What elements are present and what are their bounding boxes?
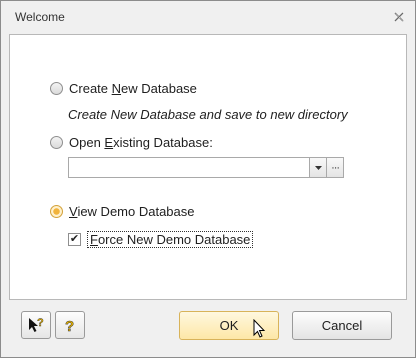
- view-demo-label: View Demo Database: [69, 204, 195, 219]
- close-button[interactable]: [389, 7, 409, 27]
- context-help-button[interactable]: ?: [21, 311, 51, 339]
- view-demo-option[interactable]: View Demo Database: [50, 204, 195, 219]
- help-button[interactable]: ?: [55, 311, 85, 339]
- create-new-option[interactable]: Create New Database: [50, 81, 197, 96]
- svg-text:?: ?: [37, 317, 44, 329]
- help-icon: ?: [65, 318, 75, 333]
- mouse-cursor-icon: [253, 319, 266, 338]
- welcome-dialog: Welcome Create New Database Create New D…: [0, 0, 416, 358]
- view-demo-radio[interactable]: [50, 205, 63, 218]
- open-existing-label: Open Existing Database:: [69, 135, 213, 150]
- path-dropdown-button[interactable]: [310, 157, 328, 178]
- svg-text:?: ?: [65, 318, 74, 333]
- title-bar: Welcome: [1, 1, 415, 31]
- create-new-description: Create New Database and save to new dire…: [68, 107, 348, 122]
- help-pointer-icon: ?: [29, 317, 44, 332]
- force-new-demo-checkbox[interactable]: ✔: [68, 233, 81, 246]
- force-new-demo-label: Force New Demo Database: [87, 231, 254, 248]
- cancel-button[interactable]: Cancel: [292, 311, 392, 340]
- create-new-label: Create New Database: [69, 81, 197, 96]
- open-existing-radio[interactable]: [50, 136, 63, 149]
- force-new-demo-option[interactable]: ✔ Force New Demo Database: [68, 231, 254, 248]
- open-existing-option[interactable]: Open Existing Database:: [50, 135, 213, 150]
- close-icon: [394, 12, 404, 22]
- options-panel: Create New Database Create New Database …: [9, 34, 407, 300]
- database-path-input[interactable]: [68, 157, 311, 178]
- database-path-combo[interactable]: ···: [68, 157, 344, 178]
- chevron-down-icon: [314, 165, 322, 170]
- window-title: Welcome: [15, 10, 65, 24]
- browse-button[interactable]: ···: [327, 157, 344, 178]
- create-new-radio[interactable]: [50, 82, 63, 95]
